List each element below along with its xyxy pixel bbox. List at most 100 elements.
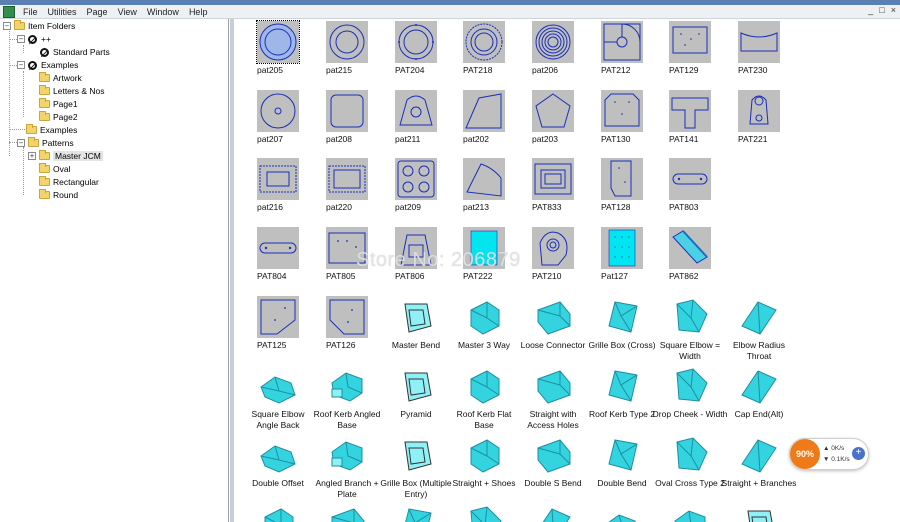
item-thumbnail-roof-kerb-type-2[interactable]: [601, 365, 643, 407]
tree-label: Item Folders: [28, 21, 76, 31]
menu-utilities[interactable]: Utilities: [43, 7, 82, 17]
item-label: PAT130: [601, 134, 631, 144]
item-thumbnail-pat210[interactable]: [532, 227, 574, 269]
item-thumbnail-partial[interactable]: [669, 503, 711, 522]
tree-item-round[interactable]: Round: [39, 189, 78, 201]
item-thumbnail-pat141[interactable]: [669, 90, 711, 132]
item-label: Roof Kerb Type 2: [589, 409, 655, 419]
tree-item-oval[interactable]: Oval: [39, 163, 70, 175]
item-thumbnail-partial[interactable]: [463, 503, 505, 522]
item-thumbnail-double-s-bend[interactable]: [532, 434, 574, 476]
tree-label: Artwork: [53, 73, 82, 83]
tree-item-examples[interactable]: Examples: [26, 124, 77, 136]
collapse-toggle-icon[interactable]: −: [17, 35, 25, 43]
item-thumbnail-pat862[interactable]: [669, 227, 711, 269]
collapse-toggle-icon[interactable]: −: [17, 139, 25, 147]
restore-button[interactable]: □: [879, 5, 884, 15]
tree-item-master-jcm[interactable]: + Master JCM: [28, 150, 103, 162]
item-thumbnail-pat218[interactable]: [463, 21, 505, 63]
item-thumbnail-pat213[interactable]: [463, 158, 505, 200]
item-thumbnail-pat221[interactable]: [738, 90, 780, 132]
item-thumbnail-pat215[interactable]: [326, 21, 368, 63]
folder-icon: [39, 163, 50, 173]
item-thumbnail-partial[interactable]: [532, 503, 574, 522]
item-thumbnail-partial[interactable]: [601, 503, 643, 522]
tree-label: Standard Parts: [53, 47, 110, 57]
item-thumbnail-pat206[interactable]: [532, 21, 574, 63]
item-thumbnail-pat803[interactable]: [669, 158, 711, 200]
item-thumbnail-partial[interactable]: [738, 503, 780, 522]
item-thumbnail-roof-kerb-flat-base[interactable]: [463, 365, 505, 407]
item-thumbnail-pat205[interactable]: [256, 20, 300, 64]
item-thumbnail-double-offset[interactable]: [257, 434, 299, 476]
menu-page[interactable]: Page: [82, 7, 113, 17]
tree-item-artwork[interactable]: Artwork: [39, 72, 82, 84]
tree-item-page1[interactable]: Page1: [39, 98, 78, 110]
item-thumbnail-pat212[interactable]: [601, 21, 643, 63]
item-thumbnail-straight-branches[interactable]: [738, 434, 780, 476]
item-thumbnail-pat804[interactable]: [257, 227, 299, 269]
item-thumbnail-square-elbow-angle-back[interactable]: [257, 365, 299, 407]
item-thumbnail-pat220[interactable]: [326, 158, 368, 200]
tree-item-letters-nos[interactable]: Letters & Nos: [39, 85, 105, 97]
item-thumbnail-square-elbow-width[interactable]: [669, 296, 711, 338]
item-thumbnail-pat208[interactable]: [326, 90, 368, 132]
item-thumbnail-double-bend[interactable]: [601, 434, 643, 476]
item-thumbnail-roof-kerb-angled-base[interactable]: [326, 365, 368, 407]
menu-help[interactable]: Help: [184, 7, 213, 17]
item-thumbnail-pat202[interactable]: [463, 90, 505, 132]
item-thumbnail-pat833[interactable]: [532, 158, 574, 200]
item-thumbnail-pat129[interactable]: [669, 21, 711, 63]
item-thumbnail-straight-shoes[interactable]: [463, 434, 505, 476]
item-thumbnail-pyramid[interactable]: [395, 365, 437, 407]
collapse-toggle-icon[interactable]: −: [17, 61, 25, 69]
tree-item-patterns[interactable]: − Patterns: [17, 137, 74, 149]
item-thumbnail-pat204[interactable]: [395, 21, 437, 63]
item-thumbnail-pat130[interactable]: [601, 90, 643, 132]
item-thumbnail-elbow-radius-throat[interactable]: [738, 296, 780, 338]
no-entry-icon: [28, 34, 37, 44]
collapse-toggle-icon[interactable]: −: [3, 22, 11, 30]
item-thumbnail-pat216[interactable]: [257, 158, 299, 200]
item-label: pat208: [326, 134, 352, 144]
item-thumbnail-pat207[interactable]: [257, 90, 299, 132]
item-thumbnail-master-bend[interactable]: [395, 296, 437, 338]
item-thumbnail-pat125[interactable]: [257, 296, 299, 338]
item-thumbnail-cap-end-alt[interactable]: [738, 365, 780, 407]
item-thumbnail-pat126[interactable]: [326, 296, 368, 338]
tree-label: Round: [53, 190, 79, 200]
item-thumbnail-drop-cheek-width[interactable]: [669, 365, 711, 407]
minimize-button[interactable]: _: [868, 5, 873, 15]
item-thumbnail-pat211[interactable]: [395, 90, 437, 132]
tree-item-plusplus[interactable]: − ++: [17, 33, 51, 45]
item-thumbnail-master-3-way[interactable]: [463, 296, 505, 338]
network-speed-widget[interactable]: 90% ▲ 0K/s ▼ 0.1K/s +: [789, 438, 869, 470]
tree-item-root[interactable]: − Item Folders: [3, 20, 75, 32]
tree-item-standard-parts[interactable]: Standard Parts: [40, 46, 110, 58]
item-thumbnail-angled-branch-plate[interactable]: [326, 434, 368, 476]
item-thumbnail-pat203[interactable]: [532, 90, 574, 132]
plus-icon[interactable]: +: [852, 447, 865, 460]
tree-item-page2[interactable]: Page2: [39, 111, 78, 123]
item-thumbnail-pat127[interactable]: [601, 227, 643, 269]
item-thumbnail-oval-cross-type-2[interactable]: [669, 434, 711, 476]
menu-file[interactable]: File: [18, 7, 43, 17]
close-button[interactable]: ×: [891, 5, 896, 15]
item-thumbnail-pat230[interactable]: [738, 21, 780, 63]
item-thumbnail-partial[interactable]: [326, 503, 368, 522]
item-thumbnail-grille-box-cross[interactable]: [601, 296, 643, 338]
item-thumbnail-straight-with-access-holes[interactable]: [532, 365, 574, 407]
item-label: Grille Box (Multiple Entry): [380, 478, 452, 499]
tree-item-rectangular[interactable]: Rectangular: [39, 176, 99, 188]
usage-percent: 90%: [790, 439, 820, 469]
expand-toggle-icon[interactable]: +: [28, 152, 36, 160]
item-thumbnail-partial[interactable]: [257, 503, 299, 522]
item-thumbnail-pat128[interactable]: [601, 158, 643, 200]
item-thumbnail-grille-box-multiple-entry[interactable]: [395, 434, 437, 476]
item-thumbnail-partial[interactable]: [395, 503, 437, 522]
menu-view[interactable]: View: [113, 7, 142, 17]
menu-window[interactable]: Window: [142, 7, 184, 17]
item-thumbnail-pat209[interactable]: [395, 158, 437, 200]
item-thumbnail-loose-connector[interactable]: [532, 296, 574, 338]
tree-item-examples-group[interactable]: − Examples: [17, 59, 78, 71]
